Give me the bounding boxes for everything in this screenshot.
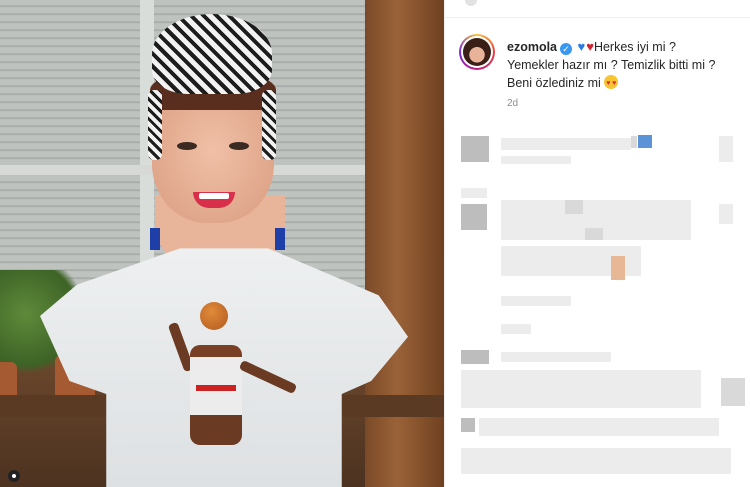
photo-eye-right (229, 142, 249, 150)
red-heart-emoji: ♥ (586, 39, 594, 54)
avatar-image (463, 38, 491, 66)
comment-text-blur (631, 136, 637, 148)
comment-avatar-blur (461, 204, 487, 230)
comment-text-blur (461, 370, 571, 408)
caption-line-3: Beni özlediniz mi (507, 76, 601, 90)
comment-meta-blur (501, 296, 571, 306)
comment-text-blur (571, 370, 701, 408)
caption-line-2: Yemekler hazır mı ? Temizlik bitti mi ? (507, 58, 716, 72)
verified-badge-icon: ✓ (560, 43, 573, 55)
panel-top-divider (445, 0, 750, 18)
comment-avatar-blur (461, 418, 475, 432)
comment-text-blur (461, 448, 731, 474)
comments-pixelated (445, 118, 750, 487)
comment-emoji-blur (638, 135, 652, 148)
post-side-panel: ezomola ✓ ♥♥Herkes iyi mi ? Yemekler hazı… (444, 0, 750, 487)
username-link[interactable]: ezomola (507, 40, 557, 54)
avatar[interactable] (461, 36, 493, 68)
comment-text-blur (585, 228, 603, 240)
photo-scarf-left (148, 90, 162, 160)
photo-eye-left (177, 142, 197, 150)
heart-eyes-emoji (604, 75, 619, 93)
photo-teeth (199, 193, 229, 199)
post-timestamp[interactable]: 2d (507, 98, 518, 109)
comment-like-blur (719, 136, 733, 162)
photo-shirt-player (190, 345, 242, 445)
top-avatar-remnant (465, 0, 477, 6)
comment-avatar-blur (461, 136, 489, 162)
story-ring[interactable] (459, 34, 495, 70)
caption-line-1: Herkes iyi mi ? (593, 40, 676, 54)
instagram-profile-icon[interactable] (8, 470, 20, 482)
comment-text-blur (501, 138, 631, 150)
comment-blur (461, 188, 487, 198)
comment-blur (501, 324, 531, 334)
photo-blue-straps (150, 228, 285, 250)
comment-emoji-blur (611, 256, 625, 280)
blue-heart-emoji: ♥ (577, 39, 586, 54)
comment-text-blur (501, 352, 611, 362)
post-caption: ezomola ✓ ♥♥Herkes iyi mi ? Yemekler hazı… (507, 38, 743, 93)
photo-scarf-right (262, 90, 276, 160)
comment-like-blur (721, 378, 745, 406)
comment-meta-blur (501, 156, 571, 164)
photo-shirt-basketball (200, 302, 228, 330)
comment-avatar-blur (461, 350, 489, 364)
comment-like-blur (719, 204, 733, 224)
post-image[interactable] (0, 0, 444, 487)
photo-headscarf (152, 14, 272, 94)
comment-text-blur (565, 200, 583, 214)
comment-text-blur (479, 418, 719, 436)
